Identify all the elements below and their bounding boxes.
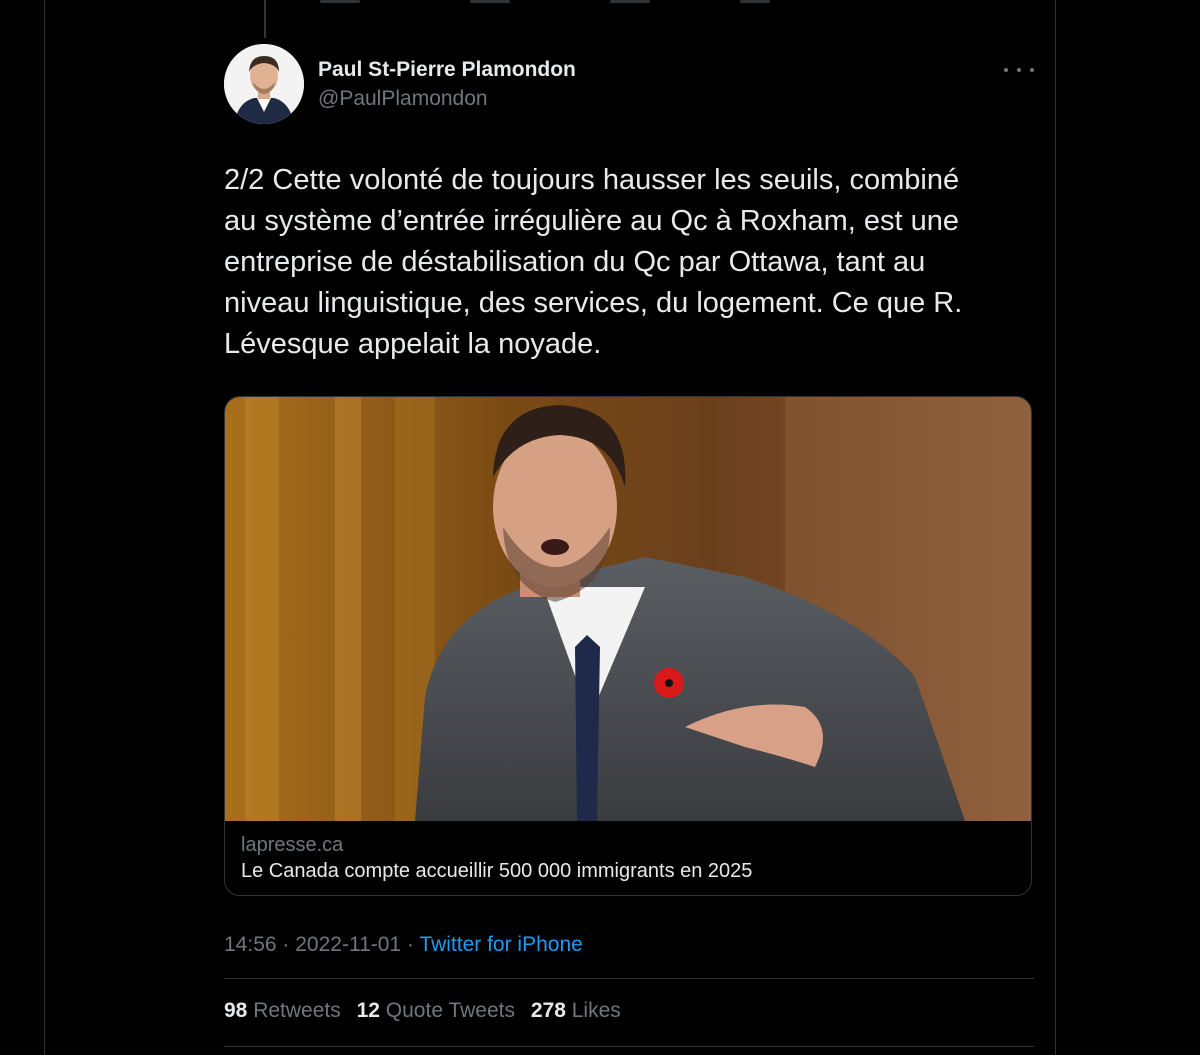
author-handle[interactable]: @PaulPlamondon [318,87,488,111]
author-name[interactable]: Paul St-Pierre Plamondon [318,58,576,82]
meta-separator: · [401,933,420,956]
retweets-label: Retweets [253,999,341,1022]
tweet-source-link[interactable]: Twitter for iPhone [419,933,582,956]
quote-tweets-stat[interactable]: 12 Quote Tweets [357,999,515,1022]
likes-stat[interactable]: 278 Likes [531,999,621,1022]
tweet-date[interactable]: 2022-11-01 [295,933,401,956]
meta-separator: · [276,933,296,956]
thread-connector-line [264,0,266,38]
likes-count: 278 [530,999,566,1022]
link-preview-card[interactable]: lapresse.ca Le Canada compte accueillir … [224,396,1032,896]
tweet-time[interactable]: 14:56 [224,933,277,956]
author-avatar[interactable] [224,44,304,124]
previous-tweet-actions-fragment [320,0,800,6]
divider [224,1046,1034,1047]
avatar-image [224,44,304,124]
link-card-title[interactable]: Le Canada compte accueillir 500 000 immi… [241,860,752,883]
link-card-domain: lapresse.ca [241,834,344,856]
quote-tweets-label: Quote Tweets [385,999,515,1022]
tweet-text: 2/2 Cette volonté de toujours hausser le… [224,164,963,360]
engagement-stats: 98 Retweets 12 Quote Tweets 278 Likes [224,999,631,1023]
likes-label: Likes [571,999,621,1022]
link-card-image [225,397,1031,821]
retweets-stat[interactable]: 98 Retweets [224,999,341,1022]
retweets-count: 98 [224,999,248,1022]
quote-tweets-count: 12 [356,999,380,1022]
tweet-meta: 14:56 · 2022-11-01 · Twitter for iPhone [224,933,583,957]
more-options-icon[interactable] [1004,60,1034,80]
divider [224,978,1034,979]
